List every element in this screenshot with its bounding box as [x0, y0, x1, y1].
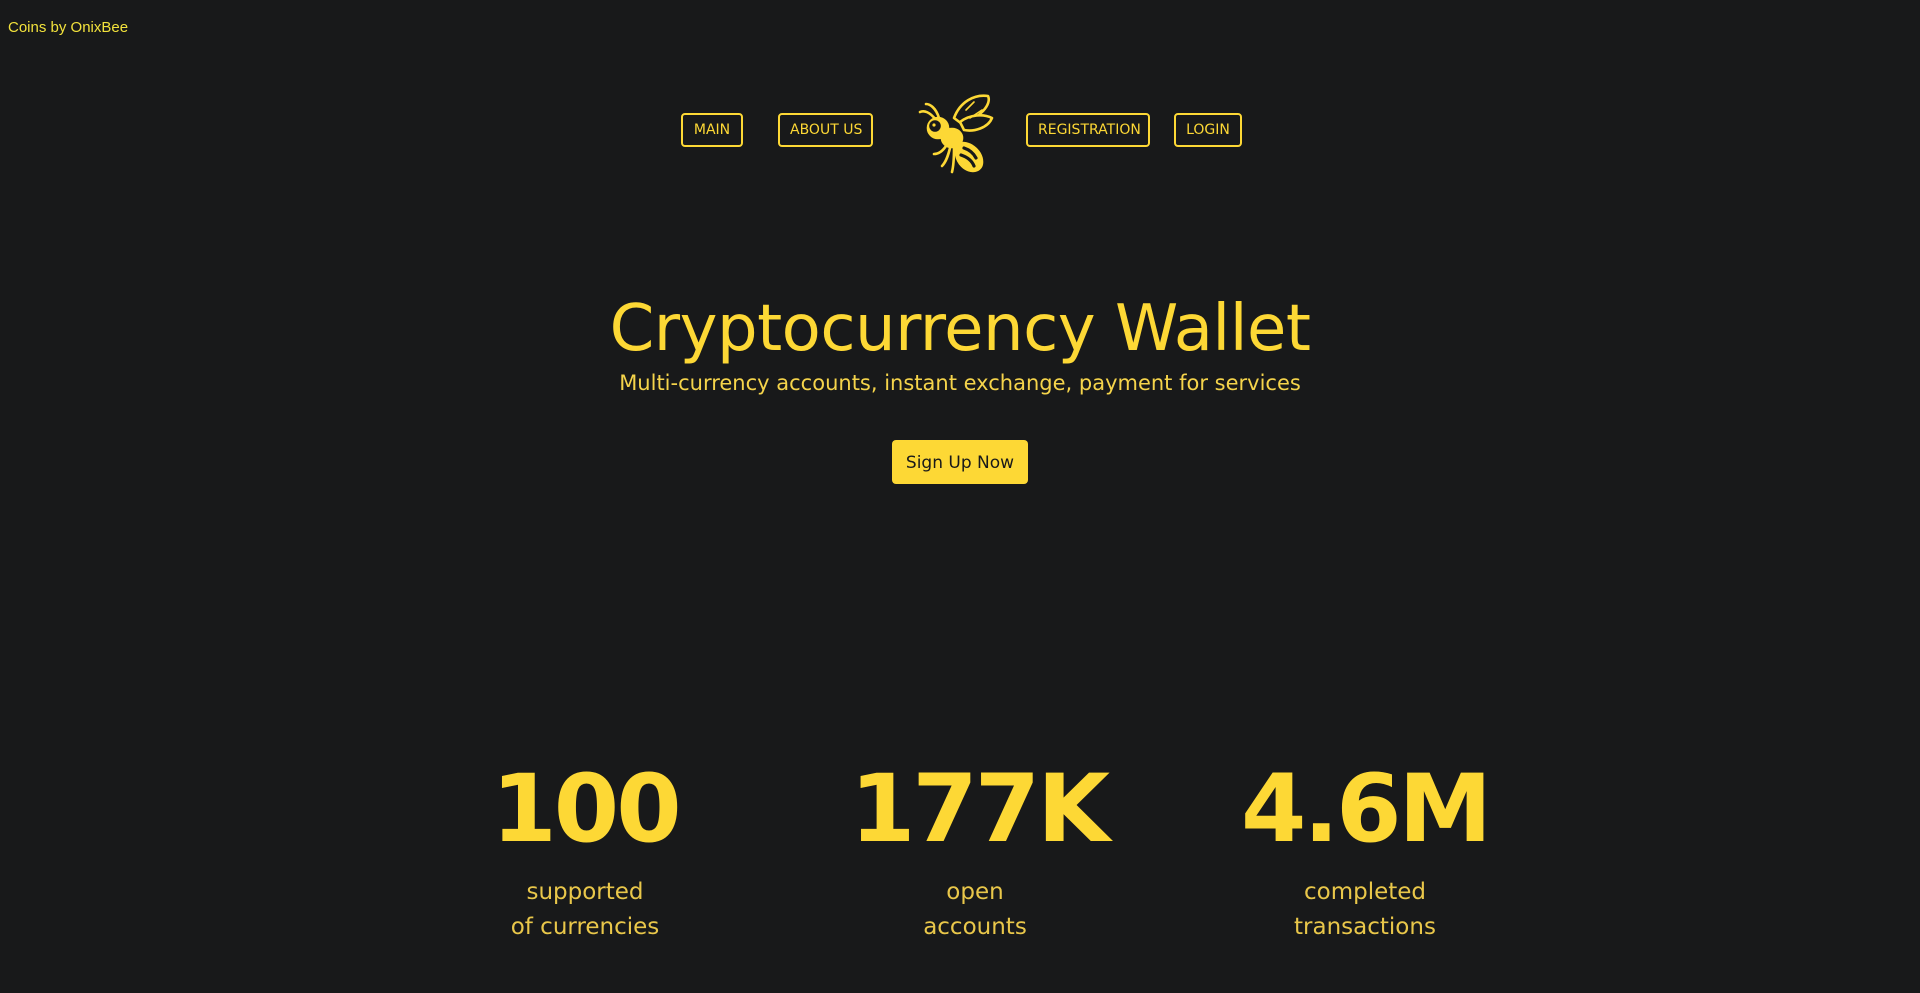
- nav-about-button[interactable]: ABOUT US: [778, 113, 873, 147]
- stat-transactions: 4.6M completed transactions: [1240, 755, 1492, 945]
- nav-login-button[interactable]: LOGIN: [1174, 113, 1242, 147]
- hero-title: Cryptocurrency Wallet: [609, 292, 1311, 366]
- stat-label-line: transactions: [1294, 914, 1436, 940]
- stat-label-line: completed: [1303, 879, 1427, 905]
- nav-main-button[interactable]: MAIN: [681, 113, 743, 147]
- nav-registration-button[interactable]: REGISTRATION: [1026, 113, 1150, 147]
- stat-value: 4.6M: [1240, 755, 1492, 864]
- stat-currencies: 100 supported of currencies: [485, 755, 685, 945]
- stat-label-line: supported: [526, 879, 644, 905]
- bee-icon[interactable]: [908, 88, 998, 178]
- stat-label: open accounts: [850, 875, 1100, 945]
- brand-link[interactable]: Coins by OnixBee: [8, 19, 128, 36]
- sign-up-button[interactable]: Sign Up Now: [892, 440, 1028, 484]
- stat-value: 177K: [850, 755, 1110, 864]
- stat-label-line: open: [946, 879, 1004, 905]
- stat-label-line: of currencies: [510, 914, 660, 940]
- stat-value: 100: [491, 755, 681, 864]
- stat-accounts: 177K open accounts: [850, 755, 1110, 945]
- stat-label-line: accounts: [923, 914, 1027, 940]
- stat-label: completed transactions: [1240, 875, 1490, 945]
- hero-subtitle: Multi-currency accounts, instant exchang…: [619, 371, 1301, 395]
- stat-label: supported of currencies: [485, 875, 685, 945]
